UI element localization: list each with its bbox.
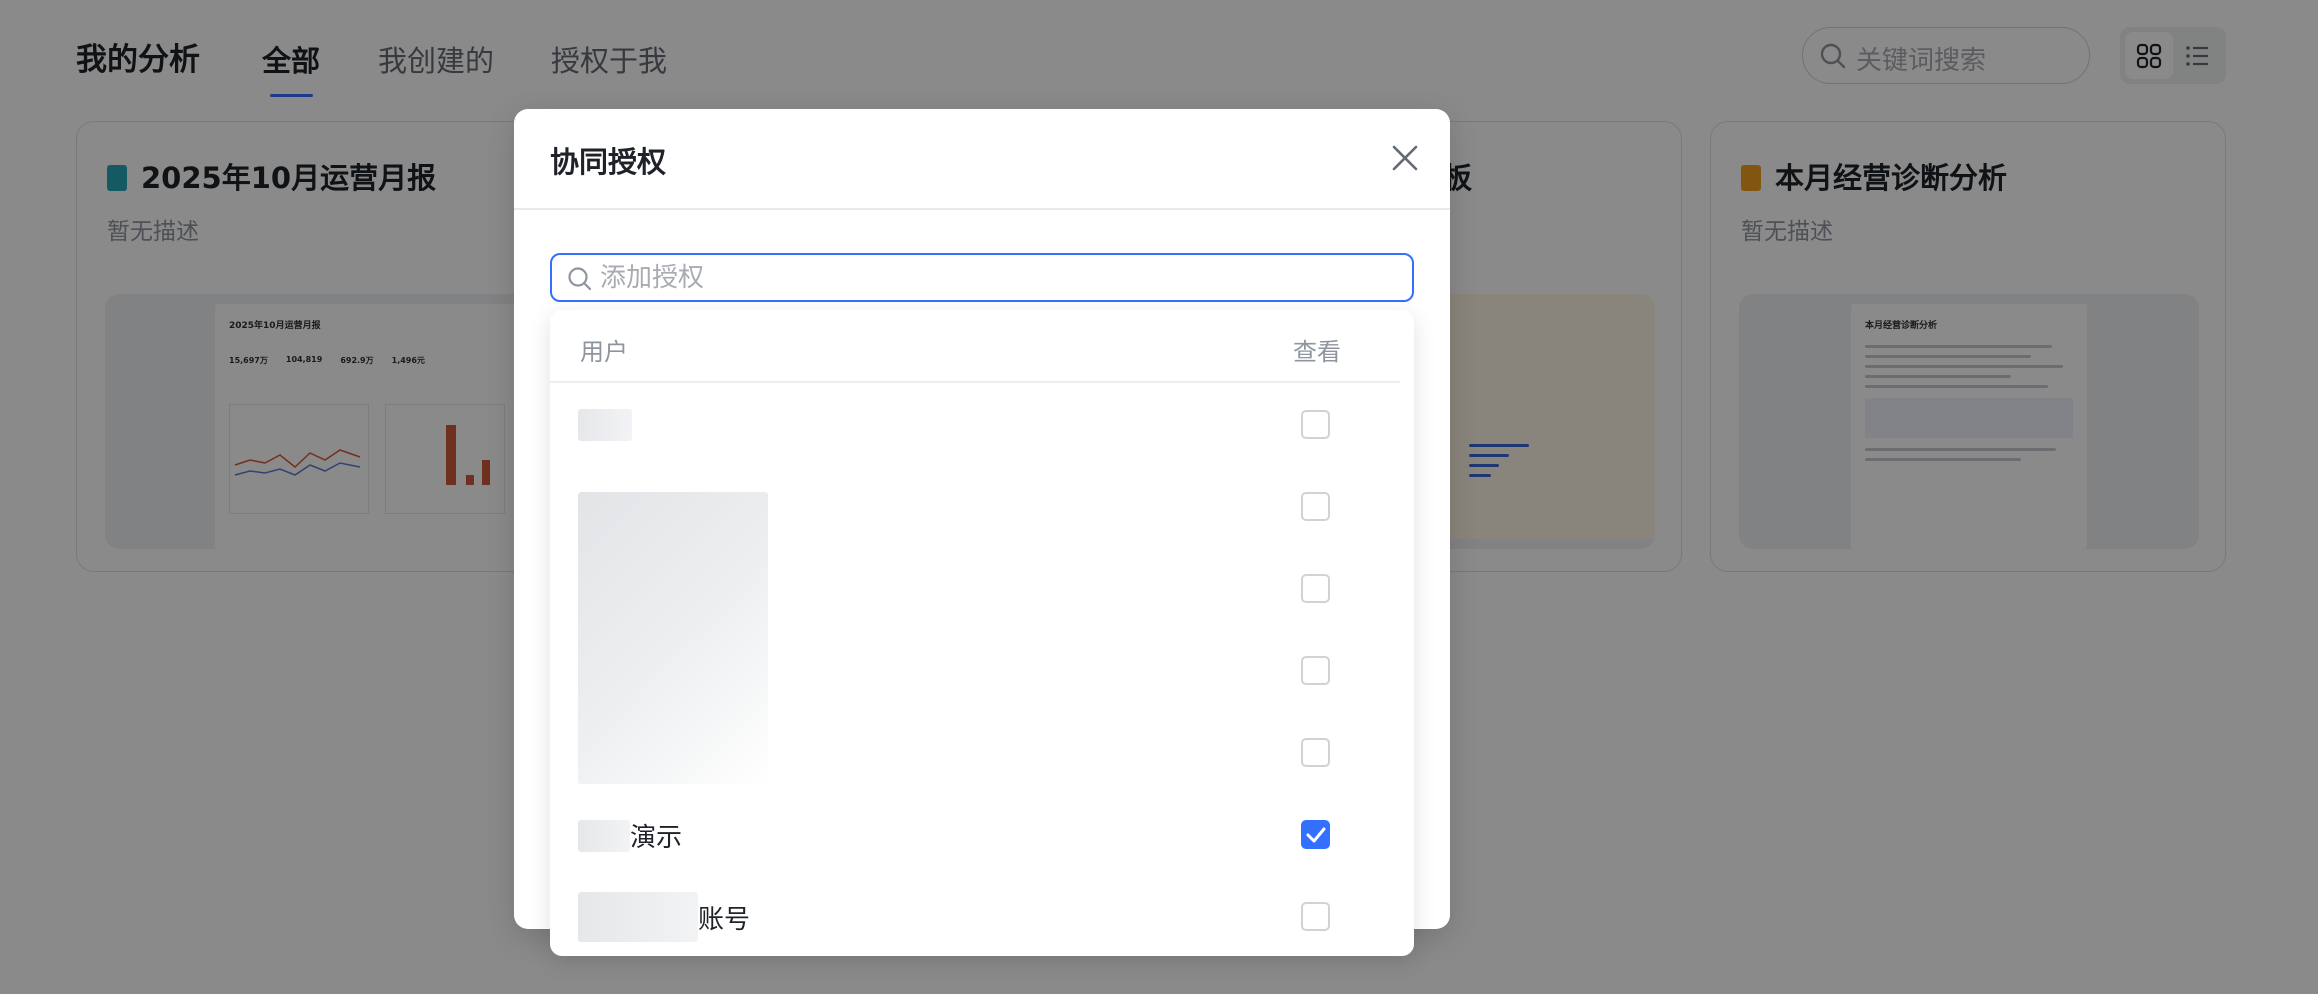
add-authorization-input[interactable] — [600, 260, 1400, 296]
user-avatar-placeholder — [578, 892, 698, 942]
user-name: 账号 — [698, 905, 751, 935]
user-select-dropdown: 用户 查看 演示 账号 — [550, 310, 1414, 956]
user-name: 演示 — [630, 823, 683, 853]
close-button[interactable] — [1389, 142, 1421, 174]
column-header-user: 用户 — [580, 338, 628, 366]
checkmark-icon — [1306, 827, 1326, 843]
close-icon — [1392, 145, 1418, 171]
view-permission-checkbox[interactable] — [1301, 738, 1330, 767]
view-permission-checkbox[interactable] — [1301, 656, 1330, 685]
dialog-divider — [514, 208, 1450, 210]
view-permission-checkbox[interactable] — [1301, 902, 1330, 931]
dialog-title: 协同授权 — [550, 145, 667, 179]
user-row[interactable]: 演示 — [550, 792, 1414, 874]
user-row[interactable] — [550, 382, 1414, 464]
redacted-user-info — [578, 492, 768, 784]
user-avatar-placeholder — [578, 820, 630, 852]
view-permission-checkbox[interactable] — [1301, 820, 1330, 849]
view-permission-checkbox[interactable] — [1301, 492, 1330, 521]
dropdown-header: 用户 查看 — [550, 310, 1414, 382]
search-icon — [567, 266, 593, 296]
view-permission-checkbox[interactable] — [1301, 410, 1330, 439]
column-header-view: 查看 — [1293, 338, 1341, 366]
add-authorization-field[interactable] — [550, 253, 1414, 302]
user-row[interactable]: 账号 — [550, 874, 1414, 956]
view-permission-checkbox[interactable] — [1301, 574, 1330, 603]
user-avatar-placeholder — [578, 409, 632, 441]
